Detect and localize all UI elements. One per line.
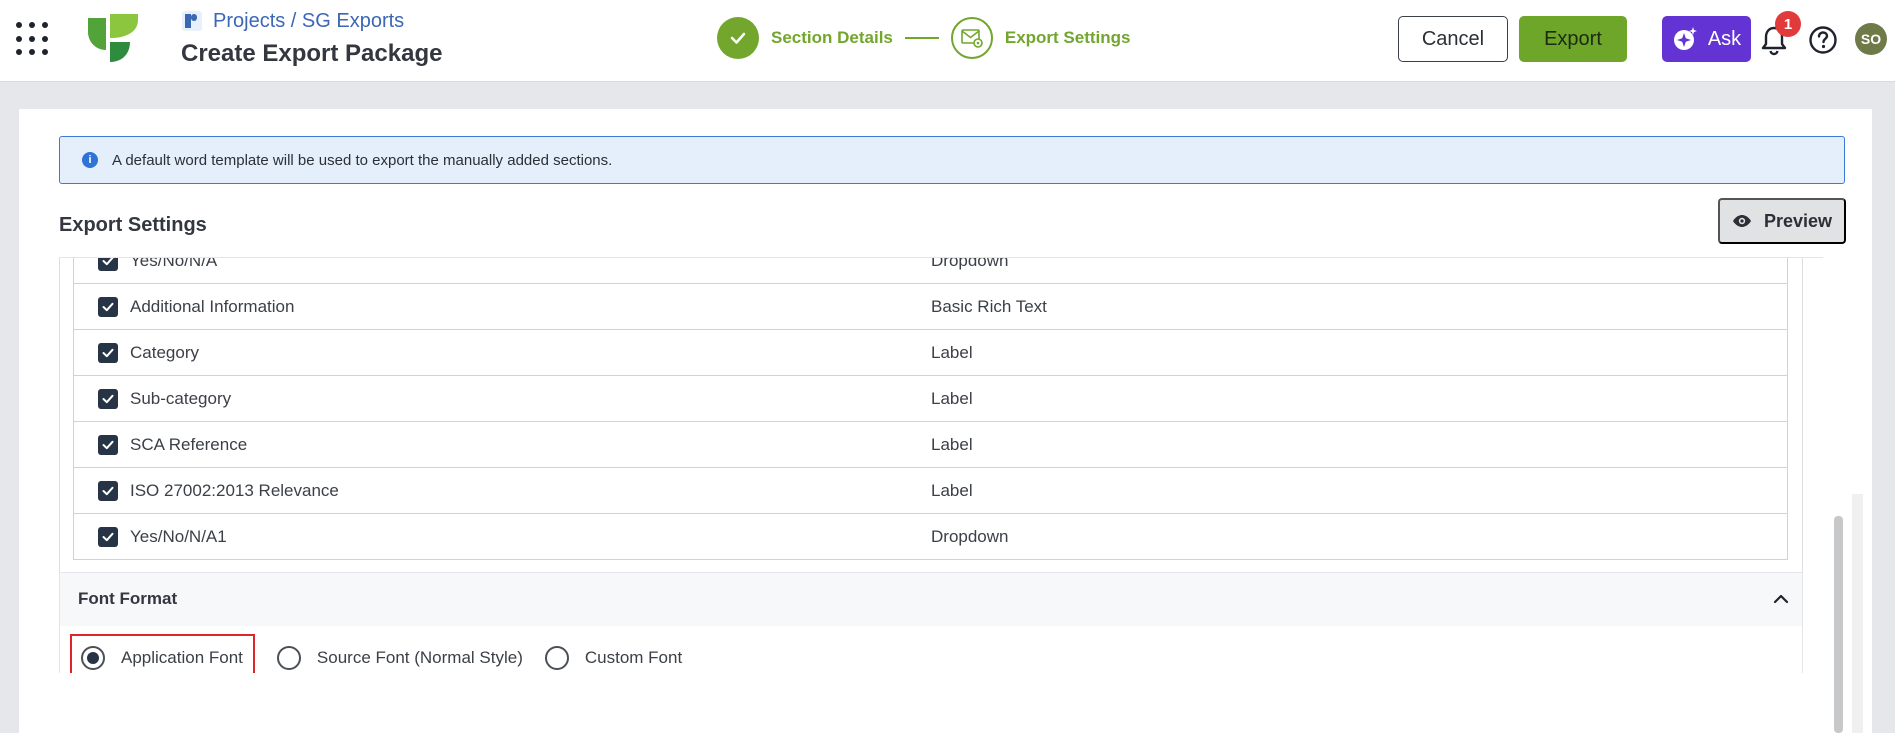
page-title: Create Export Package — [181, 40, 443, 67]
radio-label: Source Font (Normal Style) — [316, 648, 523, 667]
export-settings-card: i A default word template will be used t… — [19, 109, 1872, 733]
step-2-envelope-gear-icon — [950, 17, 993, 59]
radio-label: Application Font — [121, 648, 243, 667]
info-icon: i — [82, 152, 98, 168]
radio-unselected-icon[interactable] — [544, 646, 569, 670]
scrollbar-thumb[interactable] — [1834, 516, 1843, 733]
checkbox-checked-icon[interactable] — [98, 296, 118, 317]
cancel-button[interactable]: Cancel — [1398, 16, 1508, 62]
radio-label: Custom Font — [584, 648, 683, 667]
help-icon[interactable] — [1808, 25, 1838, 55]
ask-sparkle-icon — [1673, 27, 1697, 50]
table-row: Category Label — [73, 330, 1788, 376]
breadcrumb[interactable]: Projects / SG Exports — [181, 8, 404, 34]
field-name: Yes/No/N/A1 — [130, 526, 227, 546]
breadcrumb-text[interactable]: Projects / SG Exports — [213, 10, 404, 33]
field-type: Label — [931, 434, 973, 454]
font-format-title: Font Format — [78, 589, 178, 608]
table-row: Yes/No/N/A1 Dropdown — [73, 514, 1788, 560]
app-launcher-icon[interactable] — [16, 22, 50, 56]
table-row: Sub-category Label — [73, 376, 1788, 422]
field-name: Yes/No/N/A — [130, 257, 218, 270]
export-button[interactable]: Export — [1519, 16, 1627, 62]
info-message: A default word template will be used to … — [112, 151, 613, 169]
radio-application-font[interactable]: Application Font — [70, 634, 255, 673]
checkbox-checked-icon[interactable] — [98, 388, 118, 409]
info-banner: i A default word template will be used t… — [59, 136, 1845, 184]
field-type: Label — [931, 388, 973, 408]
field-name: Additional Information — [130, 296, 295, 316]
field-name: SCA Reference — [130, 434, 248, 454]
project-icon — [182, 11, 202, 31]
table-row: ISO 27002:2013 Relevance Label — [73, 468, 1788, 514]
step-1-check-icon — [717, 17, 759, 59]
stepper: Section Details Export Settings — [717, 17, 1131, 59]
table-row: Additional Information Basic Rich Text — [73, 284, 1788, 330]
table-row: SCA Reference Label — [73, 422, 1788, 468]
checkbox-checked-icon[interactable] — [98, 258, 118, 271]
step-connector — [904, 37, 939, 39]
radio-unselected-icon[interactable] — [276, 646, 301, 670]
fields-table: Yes/No/N/A Dropdown Additional Information… — [73, 257, 1788, 560]
checkbox-checked-icon[interactable] — [98, 526, 118, 547]
field-type: Dropdown — [931, 526, 1009, 546]
field-type: Label — [931, 342, 973, 362]
top-bar: Projects / SG Exports Create Export Pack… — [0, 0, 1895, 82]
eye-icon — [1732, 215, 1751, 227]
field-name: ISO 27002:2013 Relevance — [130, 480, 339, 500]
user-avatar[interactable]: SO — [1855, 23, 1887, 55]
font-format-header[interactable]: Font Format — [60, 572, 1802, 626]
field-name: Category — [130, 342, 199, 362]
field-type: Basic Rich Text — [931, 296, 1047, 316]
preview-button[interactable]: Preview — [1718, 198, 1846, 244]
field-name: Sub-category — [130, 388, 232, 408]
company-logo — [88, 14, 138, 62]
checkbox-checked-icon[interactable] — [98, 342, 118, 363]
table-row: Yes/No/N/A Dropdown — [73, 257, 1788, 284]
step-2-label: Export Settings — [1004, 28, 1131, 47]
step-1-label: Section Details — [771, 28, 893, 47]
notification-count-badge: 1 — [1775, 11, 1801, 37]
preview-label: Preview — [1763, 210, 1833, 231]
ask-label: Ask — [1707, 27, 1742, 50]
radio-custom-font[interactable]: Custom Font — [544, 634, 683, 673]
scrollbar-track[interactable] — [1852, 494, 1863, 733]
fields-scroll-panel[interactable]: Yes/No/N/A Dropdown Additional Information… — [59, 257, 1823, 673]
chevron-up-icon[interactable] — [1770, 588, 1792, 610]
font-format-radio-group: Application Font Source Font (Normal Sty… — [70, 634, 704, 673]
section-title: Export Settings — [59, 214, 207, 236]
radio-selected-icon[interactable] — [81, 646, 105, 670]
field-type: Label — [931, 480, 973, 500]
ask-button[interactable]: Ask — [1662, 16, 1751, 62]
checkbox-checked-icon[interactable] — [98, 434, 118, 455]
field-type: Dropdown — [931, 257, 1009, 270]
font-format-section: Font Format Application Font Source Font… — [59, 572, 1803, 673]
radio-source-font[interactable]: Source Font (Normal Style) — [276, 634, 523, 673]
checkbox-checked-icon[interactable] — [98, 480, 118, 501]
